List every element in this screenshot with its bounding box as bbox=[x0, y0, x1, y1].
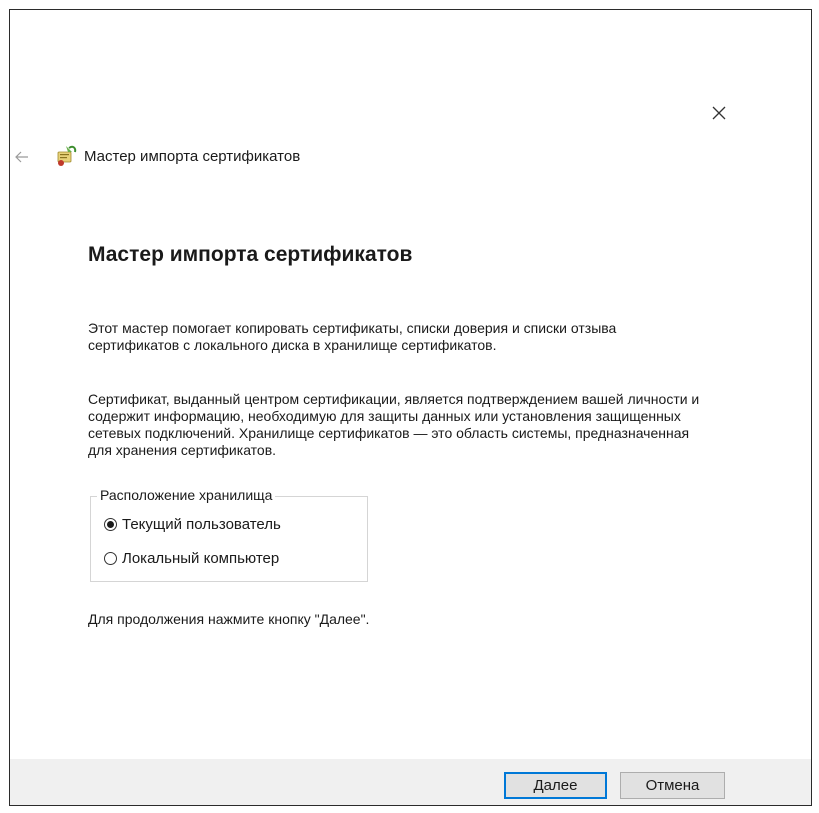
next-button[interactable]: Далее bbox=[504, 772, 607, 799]
intro-paragraph: Этот мастер помогает копировать сертифик… bbox=[88, 320, 617, 353]
radio-current-user-label: Текущий пользователь bbox=[122, 516, 281, 533]
page-title: Мастер импорта сертификатов bbox=[88, 243, 413, 266]
radio-local-machine[interactable]: Локальный компьютер bbox=[104, 550, 279, 567]
back-button[interactable] bbox=[10, 145, 34, 169]
certificate-wizard-icon bbox=[57, 145, 77, 166]
cancel-button[interactable]: Отмена bbox=[620, 772, 725, 799]
store-location-group bbox=[90, 496, 368, 582]
continue-hint: Для продолжения нажмите кнопку "Далее". bbox=[88, 611, 370, 627]
radio-checked-icon[interactable] bbox=[104, 518, 117, 531]
radio-unchecked-icon[interactable] bbox=[104, 552, 117, 565]
window-title: Мастер импорта сертификатов bbox=[84, 148, 301, 165]
close-icon bbox=[712, 106, 726, 120]
back-arrow-icon bbox=[15, 151, 28, 163]
radio-current-user[interactable]: Текущий пользователь bbox=[104, 516, 281, 533]
radio-local-machine-label: Локальный компьютер bbox=[122, 550, 280, 567]
close-button[interactable] bbox=[706, 100, 732, 126]
store-location-legend: Расположение хранилища bbox=[97, 487, 276, 503]
description-paragraph: Сертификат, выданный центром сертификаци… bbox=[88, 391, 700, 458]
